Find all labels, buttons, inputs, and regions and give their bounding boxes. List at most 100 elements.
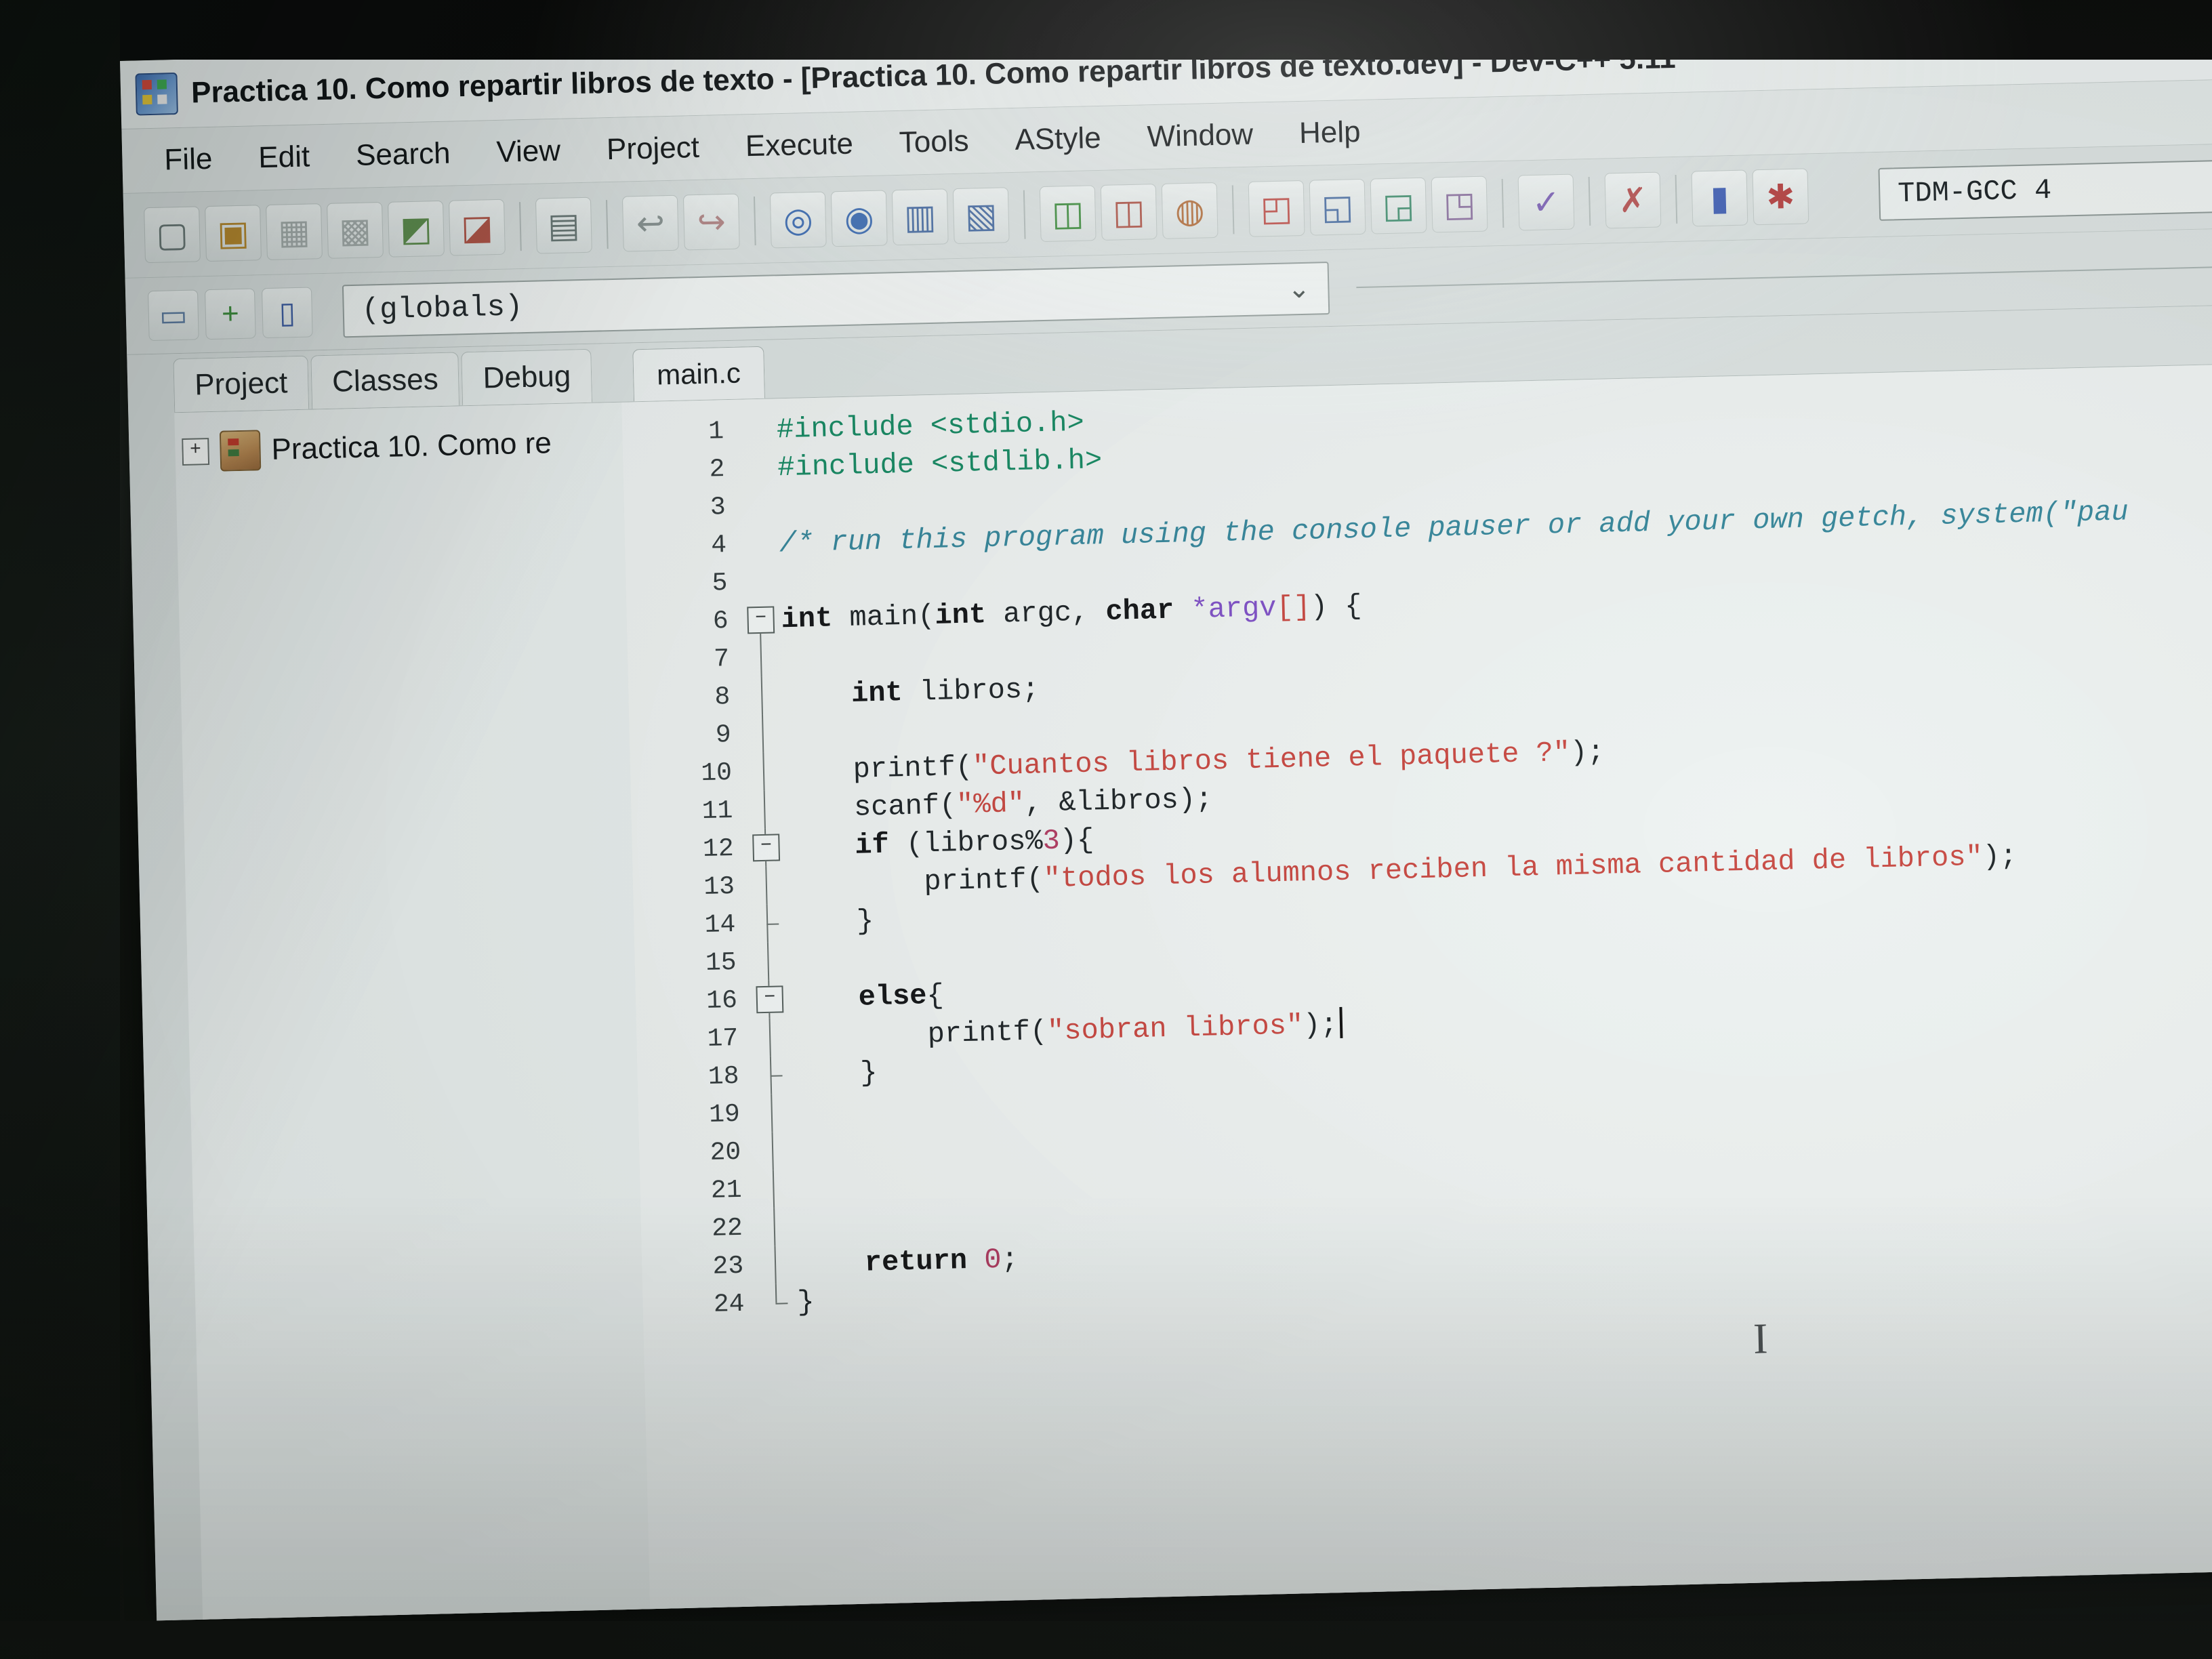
line-number[interactable]: 12 bbox=[632, 834, 747, 865]
line-number[interactable]: 4 bbox=[625, 530, 741, 562]
editor-pane: main.c 1#include <stdio.h>2#include <std… bbox=[620, 303, 2212, 1610]
mouse-cursor-ibeam: I bbox=[1753, 1313, 1768, 1364]
panel-tab-classes[interactable]: Classes bbox=[310, 352, 459, 409]
menu-item-astyle[interactable]: AStyle bbox=[991, 111, 1125, 167]
goto-line-icon[interactable]: ▥ bbox=[892, 188, 949, 245]
line-number[interactable]: 22 bbox=[640, 1213, 756, 1245]
monitor-bezel-bottom bbox=[0, 1621, 2212, 1659]
replace-icon[interactable]: ◉ bbox=[831, 190, 888, 247]
panel-tabs: ProjectClassesDebug bbox=[173, 344, 621, 413]
window-tile-icon[interactable]: ◲ bbox=[1370, 178, 1427, 234]
toolbar-separator bbox=[1589, 177, 1591, 226]
text-caret bbox=[1339, 1007, 1343, 1038]
menu-item-window[interactable]: Window bbox=[1124, 108, 1277, 164]
abort-compilation-icon[interactable]: ✗ bbox=[1605, 172, 1662, 229]
code-text: if (libros%3){ bbox=[786, 823, 1094, 863]
fold-gutter bbox=[743, 676, 783, 715]
toolbar-rule bbox=[1356, 265, 2212, 289]
fold-gutter bbox=[739, 525, 779, 563]
open-file-icon[interactable]: ▣ bbox=[205, 205, 262, 262]
compile-and-run-icon[interactable]: ◍ bbox=[1162, 182, 1218, 239]
globals-combobox-value: (globals) bbox=[361, 290, 523, 328]
menu-item-project[interactable]: Project bbox=[583, 121, 723, 177]
fold-gutter bbox=[756, 1208, 796, 1246]
code-text: else{ bbox=[790, 979, 944, 1015]
incremental-search-icon[interactable]: ▧ bbox=[953, 187, 1010, 244]
profile-analysis-icon[interactable]: ▮ bbox=[1691, 169, 1748, 226]
fold-gutter bbox=[752, 1056, 792, 1094]
line-number[interactable]: 8 bbox=[628, 682, 744, 714]
class-browser-back-icon[interactable]: ▭ bbox=[148, 289, 199, 341]
line-number[interactable]: 21 bbox=[640, 1175, 756, 1207]
fold-gutter bbox=[744, 714, 784, 753]
globals-combobox[interactable]: (globals) ⌄ bbox=[342, 262, 1330, 337]
line-number[interactable]: 19 bbox=[638, 1099, 754, 1131]
save-icon[interactable]: ▦ bbox=[266, 203, 323, 260]
fold-gutter bbox=[745, 752, 785, 791]
menu-item-file[interactable]: File bbox=[141, 132, 237, 187]
menu-item-edit[interactable]: Edit bbox=[234, 130, 333, 185]
fold-gutter bbox=[746, 790, 786, 829]
window-cascade-icon[interactable]: ◱ bbox=[1309, 179, 1366, 236]
menu-item-view[interactable]: View bbox=[473, 124, 584, 180]
editor-tab-mainc[interactable]: main.c bbox=[632, 346, 764, 402]
line-number[interactable]: 17 bbox=[636, 1023, 752, 1055]
find-icon[interactable]: ◎ bbox=[770, 192, 827, 249]
line-number[interactable]: 2 bbox=[623, 454, 739, 486]
main-area: ProjectClassesDebug + Practica 10. Como … bbox=[127, 303, 2212, 1620]
window-full-icon[interactable]: ◳ bbox=[1431, 176, 1488, 233]
fold-collapse-icon[interactable]: − bbox=[756, 985, 783, 1013]
fold-gutter bbox=[739, 487, 779, 525]
menu-item-search[interactable]: Search bbox=[332, 127, 474, 183]
menu-item-execute[interactable]: Execute bbox=[722, 117, 877, 173]
line-number[interactable]: 9 bbox=[629, 720, 745, 752]
line-number[interactable]: 13 bbox=[632, 872, 748, 903]
class-browser-members-icon[interactable]: ▯ bbox=[262, 287, 313, 338]
new-source-icon[interactable]: ▢ bbox=[144, 206, 201, 263]
line-number[interactable]: 3 bbox=[623, 492, 739, 524]
menu-item-tools[interactable]: Tools bbox=[876, 115, 993, 170]
fold-collapse-icon[interactable]: − bbox=[747, 606, 775, 634]
chevron-down-icon: ⌄ bbox=[1287, 273, 1311, 305]
line-number[interactable]: 11 bbox=[631, 796, 747, 827]
panel-tab-project[interactable]: Project bbox=[173, 356, 309, 413]
print-icon[interactable]: ▤ bbox=[535, 197, 592, 254]
monitor-screen: Practica 10. Como repartir libros de tex… bbox=[120, 9, 2212, 1620]
redo-icon[interactable]: ↪ bbox=[683, 194, 740, 251]
fold-gutter bbox=[738, 449, 778, 487]
undo-icon[interactable]: ↩ bbox=[622, 195, 679, 252]
fold-collapse-icon[interactable]: − bbox=[752, 834, 780, 861]
line-number[interactable]: 23 bbox=[642, 1251, 758, 1283]
fold-gutter bbox=[756, 1246, 796, 1284]
code-text: #include <stdlib.h> bbox=[777, 444, 1103, 484]
project-tree-item[interactable]: + Practica 10. Como re bbox=[182, 422, 623, 472]
fold-gutter: − bbox=[741, 600, 781, 639]
line-number[interactable]: 6 bbox=[626, 606, 742, 638]
tree-expander-icon[interactable]: + bbox=[182, 438, 209, 466]
line-number[interactable]: 16 bbox=[635, 985, 751, 1017]
save-all-icon[interactable]: ▩ bbox=[327, 202, 384, 259]
delete-profiling-icon[interactable]: ✱ bbox=[1752, 168, 1809, 225]
line-number[interactable]: 15 bbox=[634, 947, 750, 979]
project-options-icon[interactable]: ◰ bbox=[1248, 180, 1305, 237]
menu-item-help[interactable]: Help bbox=[1275, 105, 1384, 161]
add-to-project-icon[interactable]: ◩ bbox=[388, 201, 445, 258]
line-number[interactable]: 20 bbox=[639, 1137, 755, 1169]
toolbar-separator bbox=[1232, 185, 1235, 234]
line-number[interactable]: 10 bbox=[630, 758, 746, 790]
line-number[interactable]: 7 bbox=[628, 644, 743, 676]
panel-tab-debug[interactable]: Debug bbox=[462, 349, 592, 405]
compiler-combobox[interactable]: TDM-GCC 4 bbox=[1878, 157, 2212, 220]
line-number[interactable]: 14 bbox=[634, 909, 750, 941]
remove-from-project-icon[interactable]: ◪ bbox=[449, 199, 506, 256]
compile-icon[interactable]: ◫ bbox=[1040, 185, 1097, 242]
syntax-check-icon[interactable]: ✓ bbox=[1518, 174, 1575, 231]
line-number[interactable]: 24 bbox=[642, 1289, 758, 1321]
line-number[interactable]: 1 bbox=[622, 416, 738, 448]
class-browser-add-icon[interactable]: + bbox=[205, 288, 256, 340]
line-number[interactable]: 5 bbox=[626, 568, 741, 600]
line-number[interactable]: 18 bbox=[637, 1061, 753, 1093]
devcpp-app-icon bbox=[135, 73, 178, 115]
run-icon[interactable]: ◫ bbox=[1101, 184, 1158, 241]
code-editor[interactable]: 1#include <stdio.h>2#include <stdlib.h>3… bbox=[621, 362, 2212, 1610]
